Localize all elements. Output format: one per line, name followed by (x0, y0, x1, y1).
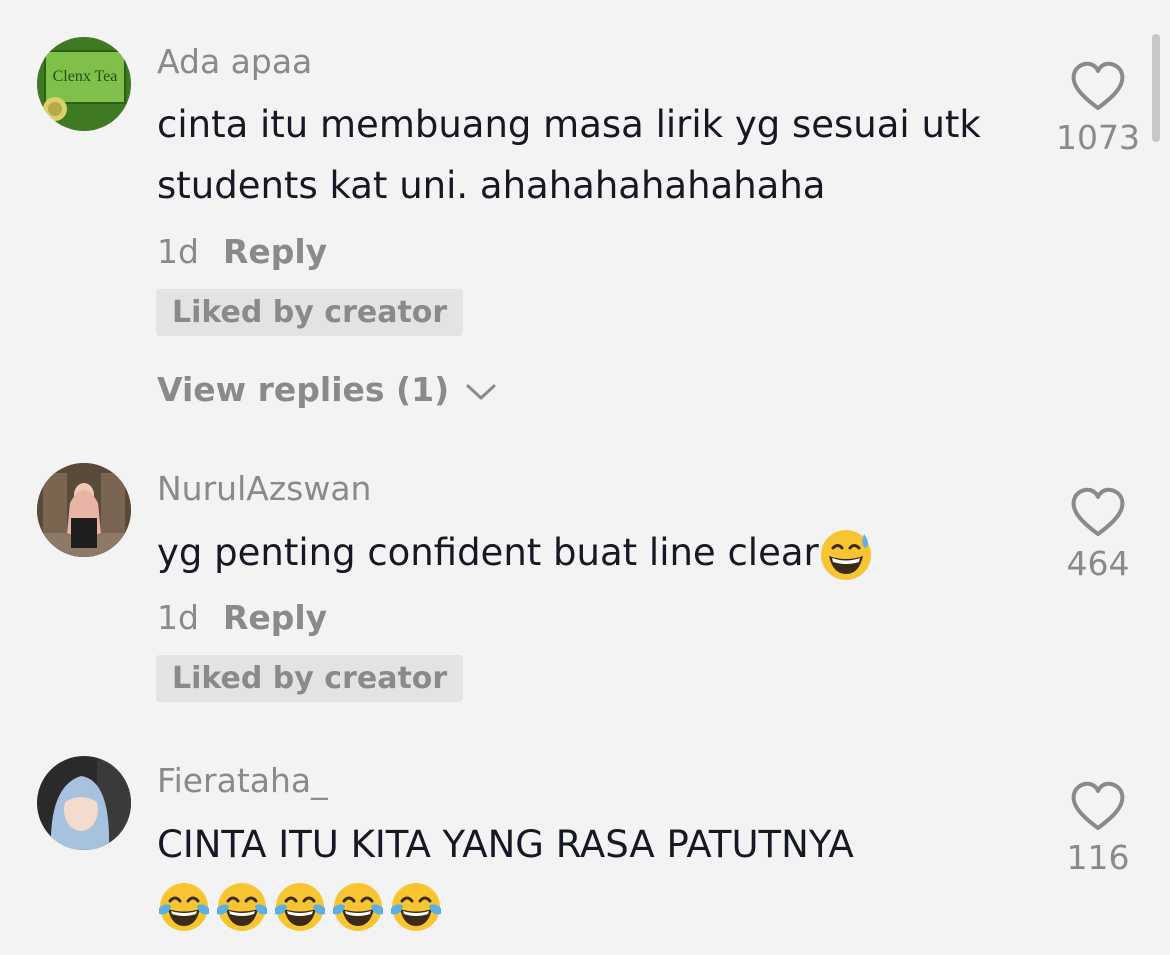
comment-username[interactable]: NurulAzswan (157, 469, 371, 508)
like-count: 1073 (1056, 118, 1140, 157)
comment-time: 1d (157, 598, 199, 637)
face-with-tears-of-joy-emoji (217, 883, 267, 931)
grinning-face-with-sweat-emoji (820, 529, 871, 580)
view-replies-label: View replies (1) (157, 370, 450, 409)
comment-text: yg penting confident buat line clear (157, 522, 1037, 583)
avatar[interactable] (37, 463, 131, 557)
comment-time: 1d (157, 232, 199, 271)
chevron-down-icon (466, 384, 496, 399)
face-with-tears-of-joy-emoji (275, 883, 325, 931)
face-with-tears-of-joy-emoji (159, 883, 209, 931)
comment-meta: 1d Reply (157, 598, 327, 637)
view-replies-button[interactable]: View replies (1) (157, 370, 497, 409)
heart-outline-icon[interactable] (1070, 60, 1126, 112)
comment-text: cinta itu membuang masa lirik yg sesuai … (157, 103, 981, 207)
comment-username[interactable]: Fierataha_ (157, 761, 328, 800)
reply-button[interactable]: Reply (223, 598, 327, 637)
avatar[interactable] (37, 756, 131, 850)
liked-by-creator-badge: Liked by creator (156, 289, 464, 336)
comment-text-content: yg penting confident buat line clear (157, 531, 819, 574)
face-with-tears-of-joy-emoji (333, 883, 383, 931)
emoji-row (157, 880, 447, 934)
comment-username[interactable]: Ada apaa (157, 42, 312, 81)
heart-outline-icon[interactable] (1070, 486, 1126, 538)
comment-text: CINTA ITU KITA YANG RASA PATUTNYA (157, 823, 854, 866)
reply-button[interactable]: Reply (223, 232, 327, 271)
like-count: 464 (1066, 544, 1130, 583)
avatar[interactable]: Clenx Tea (37, 37, 131, 131)
like-count: 116 (1066, 838, 1130, 877)
liked-by-creator-badge: Liked by creator (156, 655, 464, 702)
face-with-tears-of-joy-emoji (391, 883, 441, 931)
heart-outline-icon[interactable] (1070, 780, 1126, 832)
comment-meta: 1d Reply (157, 232, 327, 271)
avatar-logo-text: Clenx Tea (53, 68, 118, 85)
